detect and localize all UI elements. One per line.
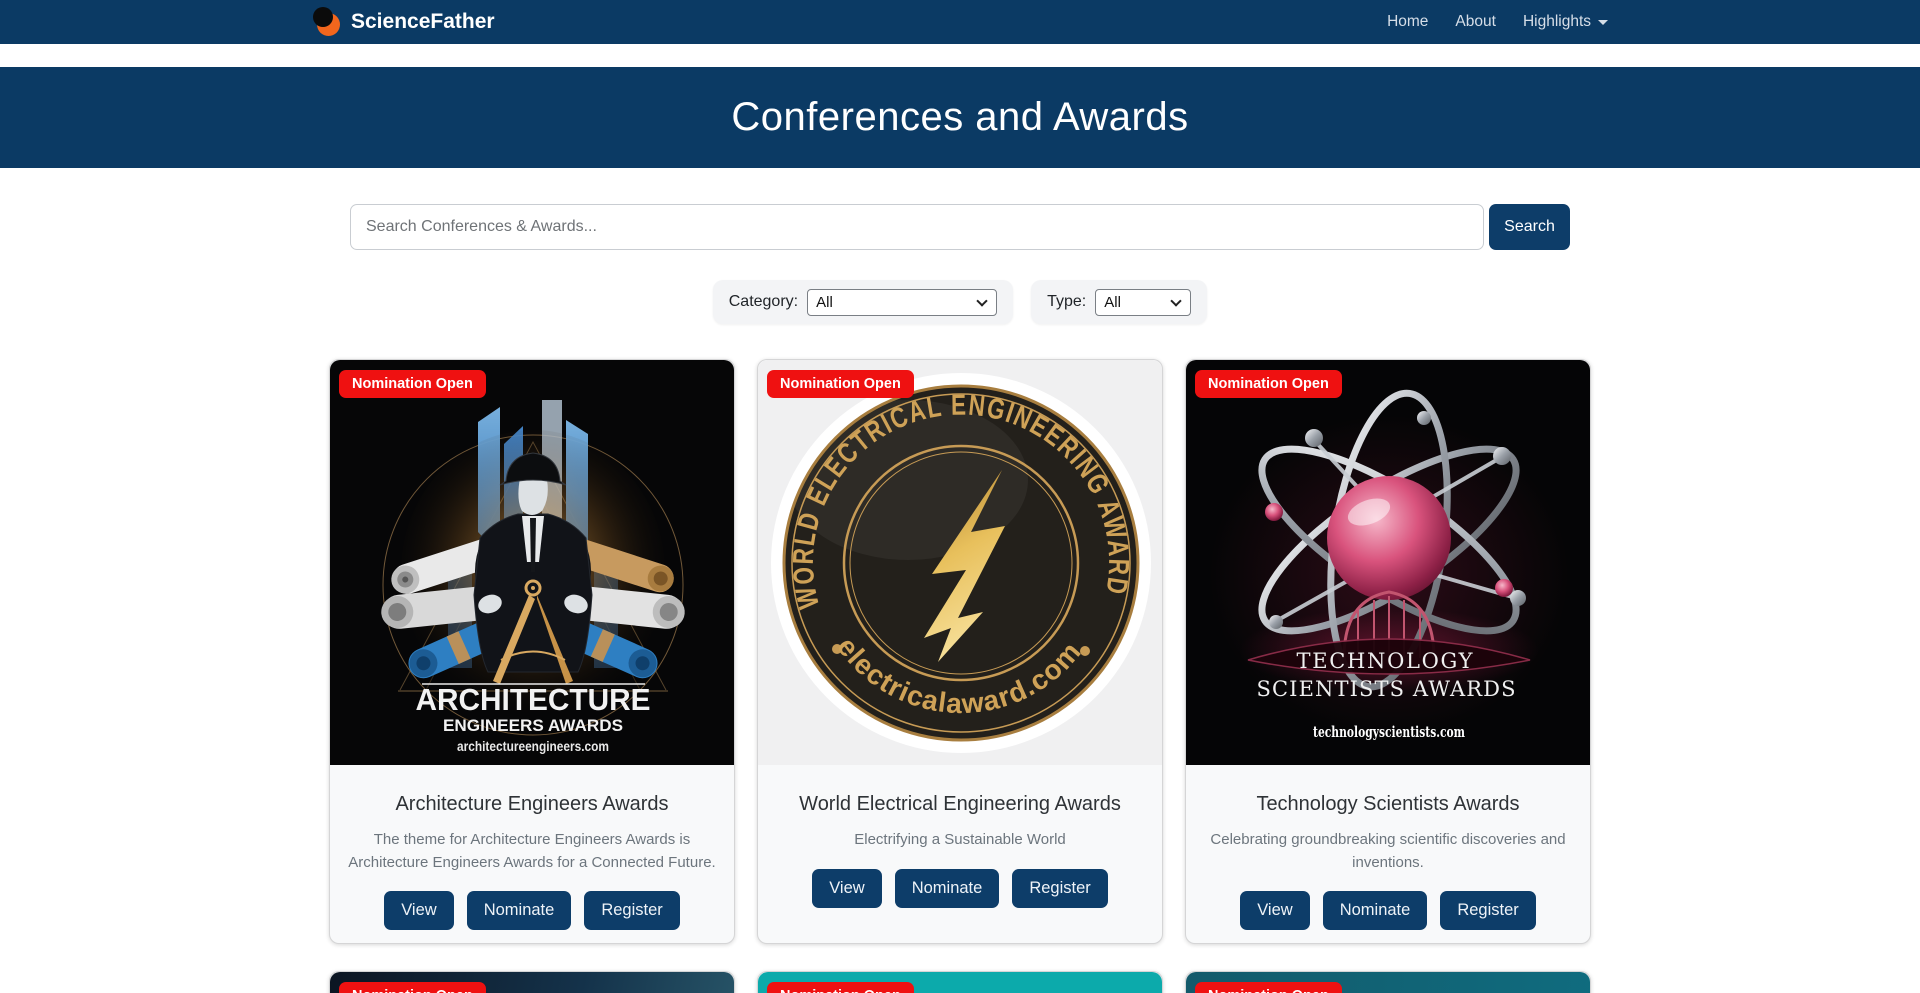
card-architecture-engineers-awards: ARCHITECTURE ENGINEERS AWARDS architectu… [329, 359, 735, 944]
card-image-partial: Nomination Open [758, 972, 1162, 993]
type-filter: Type: All [1031, 280, 1207, 324]
register-button[interactable]: Register [584, 891, 679, 930]
hero-banner: Conferences and Awards [0, 67, 1920, 168]
nav-link-highlights-dropdown[interactable]: Highlights [1523, 13, 1608, 31]
card-title: World Electrical Engineering Awards [772, 793, 1148, 816]
category-select[interactable]: All [807, 289, 997, 316]
type-select[interactable]: All [1095, 289, 1191, 316]
card-image-partial: Nomination Open [330, 972, 734, 993]
register-button[interactable]: Register [1012, 869, 1107, 908]
nomination-open-badge: Nomination Open [339, 982, 486, 993]
card-partial-3: Nomination Open [1185, 971, 1591, 993]
card-description: Electrifying a Sustainable World [774, 829, 1146, 852]
nomination-open-badge: Nomination Open [1195, 370, 1342, 398]
search-input[interactable] [350, 204, 1484, 250]
award-image-subtitle: ENGINEERS AWARDS [443, 716, 623, 735]
nav-link-highlights-label: Highlights [1523, 13, 1591, 31]
award-image-website: architectureengineers.com [457, 739, 609, 754]
card-title: Technology Scientists Awards [1200, 793, 1576, 816]
card-description: Celebrating groundbreaking scientific di… [1202, 829, 1574, 874]
view-button[interactable]: View [1240, 891, 1309, 930]
view-button[interactable]: View [384, 891, 453, 930]
awards-grid: ARCHITECTURE ENGINEERS AWARDS architectu… [329, 359, 1591, 944]
brand-name: ScienceFather [351, 10, 495, 34]
award-image-title: ARCHITECTURE [416, 682, 651, 717]
card-image-atom: TECHNOLOGY SCIENTISTS AWARDS technologys… [1186, 360, 1590, 765]
search-button[interactable]: Search [1489, 204, 1570, 250]
nominate-button[interactable]: Nominate [467, 891, 572, 930]
card-title: Architecture Engineers Awards [344, 793, 720, 816]
award-image-subtitle: SCIENTISTS AWARDS [1257, 677, 1522, 701]
filter-row: Category: All Type: All [0, 280, 1920, 324]
view-button[interactable]: View [812, 869, 881, 908]
type-label: Type: [1047, 293, 1086, 311]
chevron-down-icon [1598, 20, 1608, 25]
card-description: The theme for Architecture Engineers Awa… [346, 829, 718, 874]
card-image-electrical-medallion: WORLD ELECTRICAL ENGINEERING AWARD elect… [758, 360, 1162, 765]
nomination-open-badge: Nomination Open [339, 370, 486, 398]
nav-links: Home About Highlights [1387, 13, 1608, 31]
nomination-open-badge: Nomination Open [767, 370, 914, 398]
card-world-electrical-engineering-awards: WORLD ELECTRICAL ENGINEERING AWARD elect… [757, 359, 1163, 944]
category-filter: Category: All [713, 280, 1013, 324]
search-bar: Search [350, 204, 1570, 250]
card-partial-2: Nomination Open [757, 971, 1163, 993]
award-image-title: TECHNOLOGY [1297, 649, 1482, 673]
page-title: Conferences and Awards [731, 95, 1188, 140]
card-image-partial: Nomination Open [1186, 972, 1590, 993]
top-navbar: ScienceFather Home About Highlights [0, 0, 1920, 44]
register-button[interactable]: Register [1440, 891, 1535, 930]
nav-link-about[interactable]: About [1455, 13, 1496, 31]
awards-grid-row2: Nomination Open Nomination Open Nominati… [329, 971, 1591, 993]
nav-link-home[interactable]: Home [1387, 13, 1428, 31]
award-image-website: technologyscientists.com [1313, 723, 1465, 741]
sciencefather-logo-icon [312, 7, 342, 37]
nominate-button[interactable]: Nominate [1323, 891, 1428, 930]
nomination-open-badge: Nomination Open [767, 982, 914, 993]
category-label: Category: [729, 293, 798, 311]
brand-logo[interactable]: ScienceFather [312, 7, 495, 37]
nomination-open-badge: Nomination Open [1195, 982, 1342, 993]
nominate-button[interactable]: Nominate [895, 869, 1000, 908]
card-image-architecture: ARCHITECTURE ENGINEERS AWARDS architectu… [330, 360, 734, 765]
card-partial-1: Nomination Open [329, 971, 735, 993]
card-technology-scientists-awards: TECHNOLOGY SCIENTISTS AWARDS technologys… [1185, 359, 1591, 944]
